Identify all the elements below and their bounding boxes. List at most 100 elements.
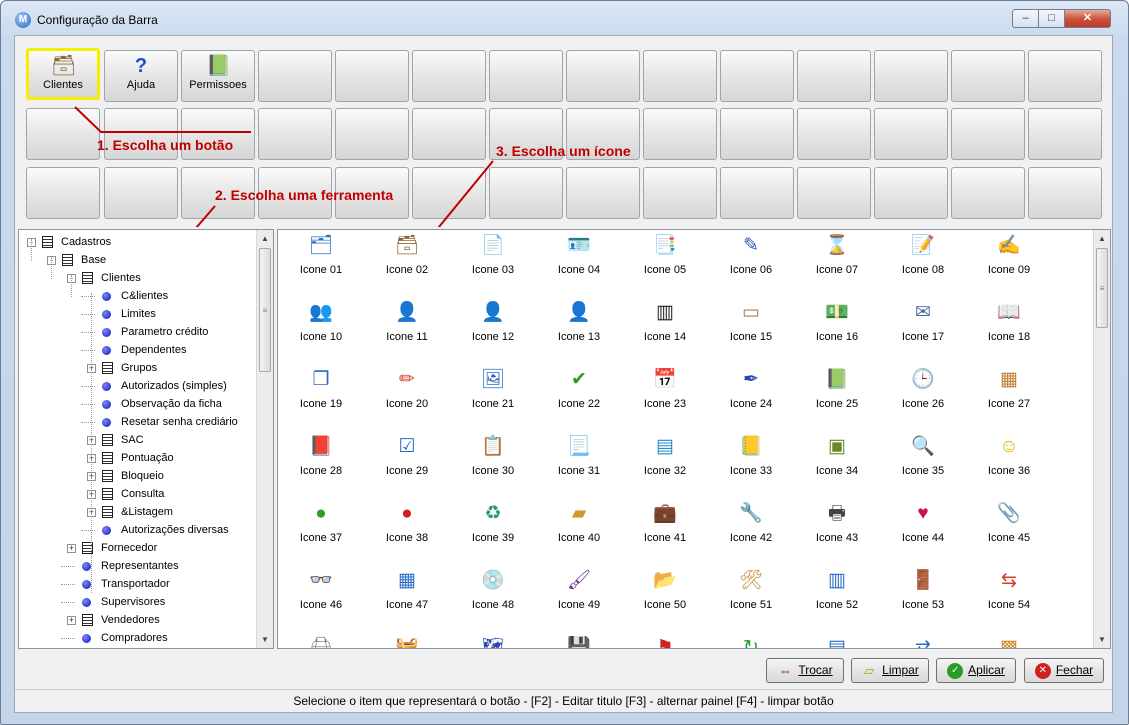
tree-item[interactable]: Dependentes [19, 341, 255, 359]
tree-item[interactable]: Supervisores [19, 593, 255, 611]
icon-scrollbar[interactable]: ▲ ≡ ▼ [1093, 230, 1110, 648]
icon-option[interactable]: 📅 Icone 23 [622, 368, 708, 428]
maximize-button[interactable]: □ [1038, 9, 1065, 28]
tree-item[interactable]: Compradores [19, 629, 255, 647]
icon-option[interactable]: ↻ [708, 636, 794, 648]
tree-item[interactable]: + Grupos [19, 359, 255, 377]
tree-item[interactable]: - Cadastros [19, 233, 255, 251]
toolbar-button-empty[interactable] [720, 50, 794, 102]
toolbar-button-empty[interactable] [797, 108, 871, 160]
icon-option[interactable]: 💾 [536, 636, 622, 648]
scroll-down-arrow-icon[interactable]: ▼ [1094, 631, 1110, 648]
close-window-button[interactable]: ✕ [1064, 9, 1111, 28]
tree-item[interactable]: Autorizados (simples) [19, 377, 255, 395]
icon-option[interactable]: ⇆ Icone 54 [966, 569, 1052, 629]
toolbar-button-empty[interactable] [489, 50, 563, 102]
toolbar-button-empty[interactable] [566, 50, 640, 102]
toolbar-button-empty[interactable] [258, 108, 332, 160]
toolbar-button-empty[interactable] [412, 108, 486, 160]
tree-item[interactable]: Transportador [19, 575, 255, 593]
toolbar-button-empty[interactable] [489, 167, 563, 219]
icon-option[interactable]: ▦ Icone 47 [364, 569, 450, 629]
trocar-button[interactable]: ⇔ Trocar [766, 658, 844, 683]
icon-option[interactable]: ▥ Icone 14 [622, 301, 708, 361]
icon-option[interactable]: ● Icone 37 [278, 502, 364, 562]
icon-option[interactable]: ▩ [966, 636, 1052, 648]
icon-option[interactable]: 🖌 Icone 49 [536, 569, 622, 629]
scroll-up-arrow-icon[interactable]: ▲ [257, 230, 273, 247]
icon-option[interactable]: 🕒 Icone 26 [880, 368, 966, 428]
icon-option[interactable]: ⚑ [622, 636, 708, 648]
icon-option[interactable]: 📎 Icone 45 [966, 502, 1052, 562]
icon-option[interactable]: 🧺 [364, 636, 450, 648]
icon-option[interactable]: 💵 Icone 16 [794, 301, 880, 361]
icon-option[interactable]: ✏ Icone 20 [364, 368, 450, 428]
fechar-button[interactable]: ✕ Fechar [1024, 658, 1104, 683]
tree-item[interactable]: Autorizações diversas [19, 521, 255, 539]
toolbar-button-empty[interactable] [104, 167, 178, 219]
toolbar-button-empty[interactable] [1028, 167, 1102, 219]
icon-option[interactable]: ❐ Icone 19 [278, 368, 364, 428]
toolbar-button-empty[interactable] [566, 167, 640, 219]
toolbar-button-empty[interactable] [26, 167, 100, 219]
icon-option[interactable]: 🖨 [278, 636, 364, 648]
scroll-thumb[interactable]: ≡ [1096, 248, 1108, 328]
icon-option[interactable]: ♻ Icone 39 [450, 502, 536, 562]
icon-option[interactable]: 🔧 Icone 42 [708, 502, 794, 562]
minimize-button[interactable]: – [1012, 9, 1039, 28]
icon-option[interactable]: ☑ Icone 29 [364, 435, 450, 495]
tree-item[interactable]: + Fornecedor [19, 539, 255, 557]
tree-item[interactable]: + Vendedores [19, 611, 255, 629]
tree-item[interactable]: Limites [19, 305, 255, 323]
icon-option[interactable]: ● Icone 38 [364, 502, 450, 562]
icon-option[interactable]: 📖 Icone 18 [966, 301, 1052, 361]
icon-option[interactable]: 📗 Icone 25 [794, 368, 880, 428]
toolbar-button-empty[interactable] [335, 50, 409, 102]
toolbar-button-empty[interactable] [797, 167, 871, 219]
icon-option[interactable]: 👓 Icone 46 [278, 569, 364, 629]
toolbar-button-ajuda[interactable]: ? Ajuda [104, 50, 178, 102]
icon-option[interactable]: ▤ Icone 32 [622, 435, 708, 495]
icon-option[interactable]: 👥 Icone 10 [278, 301, 364, 361]
icon-option[interactable]: 👤 Icone 13 [536, 301, 622, 361]
icon-option[interactable]: 🗂 Icone 01 [278, 234, 364, 294]
tree-item[interactable]: Parametro crédito [19, 323, 255, 341]
toolbar-button-empty[interactable] [26, 108, 100, 160]
app-logo-icon[interactable]: M [15, 12, 31, 28]
icon-option[interactable]: ✎ Icone 06 [708, 234, 794, 294]
icon-option[interactable]: 🔍 Icone 35 [880, 435, 966, 495]
icon-option[interactable]: ♥ Icone 44 [880, 502, 966, 562]
icon-option[interactable]: 📃 Icone 31 [536, 435, 622, 495]
icon-option[interactable]: 💼 Icone 41 [622, 502, 708, 562]
toolbar-button-permissoes[interactable]: 📗 Permissoes [181, 50, 255, 102]
icon-option[interactable]: 👤 Icone 12 [450, 301, 536, 361]
toolbar-button-clientes[interactable]: 🗃 Clientes [26, 48, 100, 100]
tree-item[interactable]: + SAC [19, 431, 255, 449]
icon-option[interactable]: 📂 Icone 50 [622, 569, 708, 629]
scroll-thumb[interactable]: ≡ [259, 248, 271, 372]
icon-option[interactable]: 📝 Icone 08 [880, 234, 966, 294]
icon-option[interactable]: 📋 Icone 30 [450, 435, 536, 495]
toolbar-button-empty[interactable] [1028, 108, 1102, 160]
aplicar-button[interactable]: ✓ Aplicar [936, 658, 1016, 683]
toolbar-button-empty[interactable] [874, 108, 948, 160]
tree-item[interactable]: + Pontuação [19, 449, 255, 467]
scroll-down-arrow-icon[interactable]: ▼ [257, 631, 273, 648]
tree-item[interactable]: + Consulta [19, 485, 255, 503]
toolbar-button-empty[interactable] [951, 50, 1025, 102]
icon-option[interactable]: 🪪 Icone 04 [536, 234, 622, 294]
scroll-up-arrow-icon[interactable]: ▲ [1094, 230, 1110, 247]
tree-item[interactable]: Observação da ficha [19, 395, 255, 413]
icon-option[interactable]: ✉ Icone 17 [880, 301, 966, 361]
icon-option[interactable]: ▭ Icone 15 [708, 301, 794, 361]
toolbar-button-empty[interactable] [720, 108, 794, 160]
icon-option[interactable]: ▦ Icone 27 [966, 368, 1052, 428]
toolbar-button-empty[interactable] [412, 167, 486, 219]
toolbar-button-empty[interactable] [335, 108, 409, 160]
limpar-button[interactable]: ▱ Limpar [851, 658, 929, 683]
expand-icon[interactable]: + [67, 544, 76, 553]
toolbar-button-empty[interactable] [874, 50, 948, 102]
icon-option[interactable]: ▣ Icone 34 [794, 435, 880, 495]
icon-option[interactable]: 🛠 Icone 51 [708, 569, 794, 629]
icon-option[interactable]: 📑 Icone 05 [622, 234, 708, 294]
